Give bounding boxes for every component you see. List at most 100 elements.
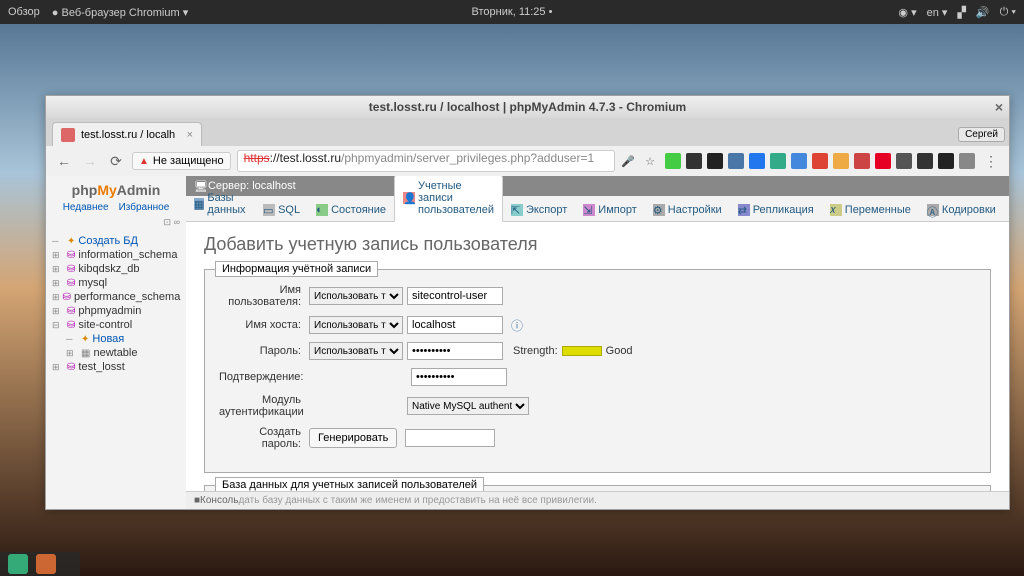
dock-app[interactable] bbox=[36, 554, 56, 574]
db-item[interactable]: ⊞performance_schema bbox=[52, 290, 180, 304]
mic-icon[interactable]: 🎤 bbox=[621, 155, 635, 168]
ext-icon[interactable] bbox=[875, 153, 891, 169]
generated-password-input[interactable] bbox=[405, 429, 495, 447]
pma-content: Добавить учетную запись пользователя Инф… bbox=[186, 222, 1009, 491]
new-table-link[interactable]: ─Новая bbox=[52, 332, 180, 346]
tab-close-icon[interactable]: × bbox=[187, 129, 193, 141]
tab-sql[interactable]: ▭SQL bbox=[255, 199, 308, 221]
password-type-select[interactable]: Использовать текстс bbox=[309, 342, 403, 360]
strength-indicator: Strength: Good bbox=[513, 345, 633, 357]
tab-status[interactable]: ◐Состояние bbox=[308, 199, 394, 221]
ext-icon[interactable] bbox=[749, 153, 765, 169]
ext-icon[interactable] bbox=[728, 153, 744, 169]
pma-recent-favorites: Недавнее Избранное bbox=[52, 202, 180, 213]
breadcrumb-server[interactable]: localhost bbox=[252, 180, 295, 192]
table-item[interactable]: ⊞newtable bbox=[52, 346, 180, 360]
ext-icon[interactable] bbox=[686, 153, 702, 169]
strength-bar bbox=[562, 346, 602, 356]
ext-icon[interactable] bbox=[854, 153, 870, 169]
bookmark-star-icon[interactable]: ☆ bbox=[645, 155, 655, 168]
clock[interactable]: Вторник, 11:25 • bbox=[472, 6, 553, 18]
pma-body: phpMyAdmin Недавнее Избранное ⊡ ∞ ─Созда… bbox=[46, 176, 1009, 509]
address-bar[interactable]: https://test.losst.ru/phpmyadmin/server_… bbox=[237, 150, 616, 172]
tab-variables[interactable]: 𝑥Переменные bbox=[822, 199, 919, 221]
browser-tabbar: test.losst.ru / localh × Сергей bbox=[46, 118, 1009, 146]
pma-logo: phpMyAdmin bbox=[52, 182, 180, 198]
power-icon[interactable]: ⏻ ▾ bbox=[1000, 6, 1016, 19]
db-item[interactable]: ⊞mysql bbox=[52, 276, 180, 290]
reload-button[interactable]: ⟳ bbox=[106, 151, 126, 171]
pma-tree-toolbar[interactable]: ⊡ ∞ bbox=[52, 217, 180, 228]
password-label: Пароль: bbox=[219, 345, 309, 357]
ext-icon[interactable] bbox=[833, 153, 849, 169]
gnome-dock bbox=[0, 552, 80, 576]
gnome-topbar: Обзор ● Веб-браузер Chromium ▾ Вторник, … bbox=[0, 0, 1024, 24]
tab-databases[interactable]: ▦Базы данных bbox=[186, 187, 255, 221]
tab-replication[interactable]: ⇄Репликация bbox=[730, 199, 822, 221]
forward-button[interactable]: → bbox=[80, 151, 100, 171]
host-input[interactable] bbox=[407, 316, 503, 334]
new-db-link[interactable]: ─Создать БД bbox=[52, 234, 180, 248]
ext-icon[interactable] bbox=[812, 153, 828, 169]
app-menu[interactable]: ● Веб-браузер Chromium ▾ bbox=[52, 6, 188, 19]
auth-plugin-select[interactable]: Native MySQL authentication bbox=[407, 397, 529, 415]
pma-console-bar[interactable]: ■ Консоль дать базу данных с таким же им… bbox=[186, 491, 1009, 509]
pma-breadcrumb: 🖥 Сервер: localhost bbox=[186, 176, 1009, 196]
host-type-select[interactable]: Использовать текстс bbox=[309, 316, 403, 334]
close-icon[interactable]: × bbox=[995, 99, 1003, 115]
window-title: test.losst.ru / localhost | phpMyAdmin 4… bbox=[369, 100, 686, 114]
browser-tab[interactable]: test.losst.ru / localh × bbox=[52, 122, 202, 146]
help-icon[interactable]: ⓘ bbox=[511, 317, 523, 334]
generate-label: Создать пароль: bbox=[219, 426, 309, 450]
keyboard-layout[interactable]: en ▾ bbox=[927, 6, 948, 19]
dock-app[interactable] bbox=[8, 554, 28, 574]
db-privileges-fieldset: База данных для учетных записей пользова… bbox=[204, 485, 991, 491]
favicon-icon bbox=[61, 128, 75, 142]
accessibility-icon[interactable]: ◉ ▾ bbox=[898, 6, 916, 19]
profile-button[interactable]: Сергей bbox=[958, 127, 1005, 142]
ext-icon[interactable] bbox=[770, 153, 786, 169]
tab-users[interactable]: 👤Учетные записи пользователей bbox=[394, 176, 503, 222]
auth-label: Модуль аутентификации bbox=[219, 394, 309, 418]
ext-icon[interactable] bbox=[917, 153, 933, 169]
ext-icon[interactable] bbox=[791, 153, 807, 169]
pma-db-tree: ─Создать БД ⊞information_schema ⊞kibqdsk… bbox=[52, 234, 180, 374]
username-input[interactable] bbox=[407, 287, 503, 305]
username-label: Имя пользователя: bbox=[219, 284, 309, 308]
warning-icon: ▲ bbox=[139, 156, 149, 167]
account-info-fieldset: Информация учётной записи Имя пользовате… bbox=[204, 269, 991, 473]
db-item[interactable]: ⊞phpmyadmin bbox=[52, 304, 180, 318]
back-button[interactable]: ← bbox=[54, 151, 74, 171]
activities-button[interactable]: Обзор bbox=[8, 6, 40, 19]
recent-link[interactable]: Недавнее bbox=[63, 202, 109, 213]
fieldset-legend: База данных для учетных записей пользова… bbox=[215, 477, 484, 491]
fieldset-legend: Информация учётной записи bbox=[215, 261, 378, 277]
security-text: Не защищено bbox=[153, 155, 224, 167]
tab-import[interactable]: ⇲Импорт bbox=[575, 199, 644, 221]
password-input[interactable] bbox=[407, 342, 503, 360]
db-item-expanded[interactable]: ⊟site-control bbox=[52, 318, 180, 332]
security-indicator[interactable]: ▲ Не защищено bbox=[132, 152, 231, 170]
ext-icon[interactable] bbox=[707, 153, 723, 169]
tab-export[interactable]: ⇱Экспорт bbox=[503, 199, 575, 221]
menu-icon[interactable]: ⋮ bbox=[981, 151, 1001, 171]
db-item[interactable]: ⊞test_losst bbox=[52, 360, 180, 374]
favorites-link[interactable]: Избранное bbox=[119, 202, 170, 213]
network-icon[interactable]: ▞ bbox=[957, 6, 965, 19]
confirm-input[interactable] bbox=[411, 368, 507, 386]
ext-icon[interactable] bbox=[938, 153, 954, 169]
ext-icon[interactable] bbox=[665, 153, 681, 169]
username-type-select[interactable]: Использовать текстс bbox=[309, 287, 403, 305]
generate-button[interactable]: Генерировать bbox=[309, 428, 397, 448]
db-item[interactable]: ⊞kibqdskz_db bbox=[52, 262, 180, 276]
db-item[interactable]: ⊞information_schema bbox=[52, 248, 180, 262]
extension-icons bbox=[665, 153, 975, 169]
confirm-label: Подтверждение: bbox=[219, 371, 309, 383]
tab-charsets[interactable]: ⒶКодировки bbox=[919, 199, 1004, 221]
tab-settings[interactable]: ⚙Настройки bbox=[645, 199, 730, 221]
page-title: Добавить учетную запись пользователя bbox=[204, 234, 991, 255]
ext-icon[interactable] bbox=[959, 153, 975, 169]
ext-icon[interactable] bbox=[896, 153, 912, 169]
tab-more[interactable]: ▼ Ещё bbox=[1004, 199, 1009, 221]
volume-icon[interactable]: 🔊 bbox=[976, 6, 990, 19]
